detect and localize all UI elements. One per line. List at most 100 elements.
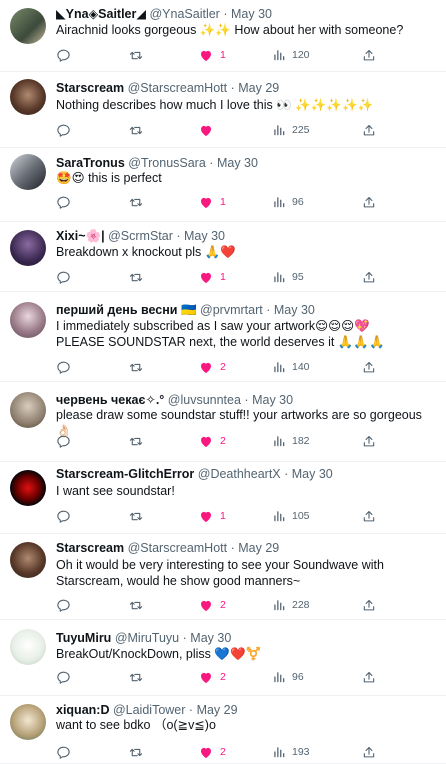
retweet-button[interactable] — [128, 507, 144, 525]
timestamp[interactable]: May 29 — [197, 703, 238, 717]
retweet-button[interactable] — [128, 358, 144, 376]
retweet-button[interactable] — [128, 121, 144, 139]
handle[interactable]: @StarscreamHott — [128, 81, 228, 95]
timestamp[interactable]: May 29 — [238, 81, 279, 95]
avatar[interactable] — [10, 8, 46, 44]
avatar[interactable] — [10, 392, 46, 428]
views-button[interactable]: 140 — [272, 358, 310, 376]
reply-button[interactable] — [56, 743, 71, 761]
timestamp[interactable]: May 30 — [274, 303, 315, 317]
timestamp[interactable]: May 30 — [231, 7, 272, 21]
share-button[interactable] — [362, 268, 376, 286]
like-button[interactable]: 1 — [198, 507, 226, 525]
share-button[interactable] — [362, 358, 376, 376]
like-button[interactable] — [198, 121, 220, 139]
retweet-button[interactable] — [128, 596, 144, 614]
retweet-button[interactable] — [128, 743, 144, 761]
like-button[interactable]: 1 — [198, 46, 226, 64]
avatar[interactable] — [10, 704, 46, 740]
avatar[interactable] — [10, 230, 46, 266]
views-button[interactable]: 96 — [272, 193, 304, 211]
share-button[interactable] — [362, 432, 376, 450]
tweet[interactable]: TuyuMiru @MiruTuyu · May 30 BreakOut/Kno… — [0, 620, 446, 696]
handle[interactable]: @TronusSara — [128, 156, 206, 170]
retweet-button[interactable] — [128, 668, 144, 686]
views-button[interactable]: 96 — [272, 668, 304, 686]
display-name[interactable]: перший день весни 🇺🇦 — [56, 303, 197, 317]
views-button[interactable]: 182 — [272, 432, 310, 450]
tweet[interactable]: Starscream @StarscreamHott · May 29 Oh i… — [0, 534, 446, 620]
like-button[interactable]: 1 — [198, 193, 226, 211]
display-name[interactable]: Starscream — [56, 541, 124, 555]
tweet[interactable]: xiquan:D @LaidiTower · May 29 want to se… — [0, 696, 446, 764]
tweet[interactable]: ◣Yna◈Saitler◢ @YnaSaitler · May 30 Airac… — [0, 0, 446, 72]
reply-button[interactable] — [56, 432, 71, 450]
timestamp[interactable]: May 30 — [217, 156, 258, 170]
tweet[interactable]: червень чекає✧.° @luvsunntea · May 30 pl… — [0, 382, 446, 462]
display-name[interactable]: SaraTronus — [56, 156, 125, 170]
views-button[interactable]: 105 — [272, 507, 310, 525]
display-name[interactable]: Starscream — [56, 81, 124, 95]
avatar[interactable] — [10, 542, 46, 578]
display-name[interactable]: червень чекає✧.° — [56, 393, 164, 407]
views-button[interactable]: 95 — [272, 268, 304, 286]
views-button[interactable]: 193 — [272, 743, 310, 761]
share-button[interactable] — [362, 507, 376, 525]
avatar[interactable] — [10, 629, 46, 665]
reply-button[interactable] — [56, 596, 71, 614]
like-button[interactable]: 2 — [198, 358, 226, 376]
tweet[interactable]: Starscream-GlitchError @DeathheartX · Ma… — [0, 462, 446, 534]
handle[interactable]: @StarscreamHott — [128, 541, 228, 555]
share-button[interactable] — [362, 743, 376, 761]
handle[interactable]: @luvsunntea — [168, 393, 241, 407]
handle[interactable]: @DeathheartX — [198, 467, 281, 481]
tweet[interactable]: перший день весни 🇺🇦 @prvmrtart · May 30… — [0, 292, 446, 382]
reply-button[interactable] — [56, 193, 71, 211]
display-name[interactable]: Xixi~🌸| — [56, 229, 105, 243]
handle[interactable]: @ScrmStar — [108, 229, 173, 243]
avatar[interactable] — [10, 79, 46, 115]
share-button[interactable] — [362, 596, 376, 614]
display-name[interactable]: TuyuMiru — [56, 631, 111, 645]
handle[interactable]: @YnaSaitler — [149, 7, 219, 21]
timestamp[interactable]: May 30 — [252, 393, 293, 407]
reply-button[interactable] — [56, 358, 71, 376]
retweet-button[interactable] — [128, 268, 144, 286]
retweet-button[interactable] — [128, 193, 144, 211]
views-button[interactable]: 120 — [272, 46, 310, 64]
reply-button[interactable] — [56, 46, 71, 64]
like-button[interactable]: 1 — [198, 268, 226, 286]
timestamp[interactable]: May 29 — [238, 541, 279, 555]
handle[interactable]: @MiruTuyu — [115, 631, 179, 645]
tweet[interactable]: SaraTronus @TronusSara · May 30 🤩😍 this … — [0, 148, 446, 222]
avatar[interactable] — [10, 470, 46, 506]
reply-button[interactable] — [56, 121, 71, 139]
share-button[interactable] — [362, 193, 376, 211]
timestamp[interactable]: May 30 — [190, 631, 231, 645]
like-button[interactable]: 2 — [198, 668, 226, 686]
like-button[interactable]: 2 — [198, 743, 226, 761]
timestamp[interactable]: May 30 — [292, 467, 333, 481]
display-name[interactable]: xiquan:D — [56, 703, 109, 717]
retweet-button[interactable] — [128, 432, 144, 450]
tweet[interactable]: Xixi~🌸| @ScrmStar · May 30 Breakdown x k… — [0, 222, 446, 292]
views-button[interactable]: 228 — [272, 596, 310, 614]
handle[interactable]: @LaidiTower — [113, 703, 185, 717]
avatar[interactable] — [10, 302, 46, 338]
reply-button[interactable] — [56, 268, 71, 286]
share-button[interactable] — [362, 121, 376, 139]
share-button[interactable] — [362, 46, 376, 64]
like-button[interactable]: 2 — [198, 596, 226, 614]
views-button[interactable]: 225 — [272, 121, 310, 139]
handle[interactable]: @prvmrtart — [200, 303, 263, 317]
display-name[interactable]: ◣Yna◈Saitler◢ — [56, 7, 146, 21]
display-name[interactable]: Starscream-GlitchError — [56, 467, 194, 481]
tweet[interactable]: Starscream @StarscreamHott · May 29 Noth… — [0, 72, 446, 148]
reply-button[interactable] — [56, 668, 71, 686]
avatar[interactable] — [10, 154, 46, 190]
timestamp[interactable]: May 30 — [184, 229, 225, 243]
retweet-button[interactable] — [128, 46, 144, 64]
reply-button[interactable] — [56, 507, 71, 525]
like-button[interactable]: 2 — [198, 432, 226, 450]
share-button[interactable] — [362, 668, 376, 686]
